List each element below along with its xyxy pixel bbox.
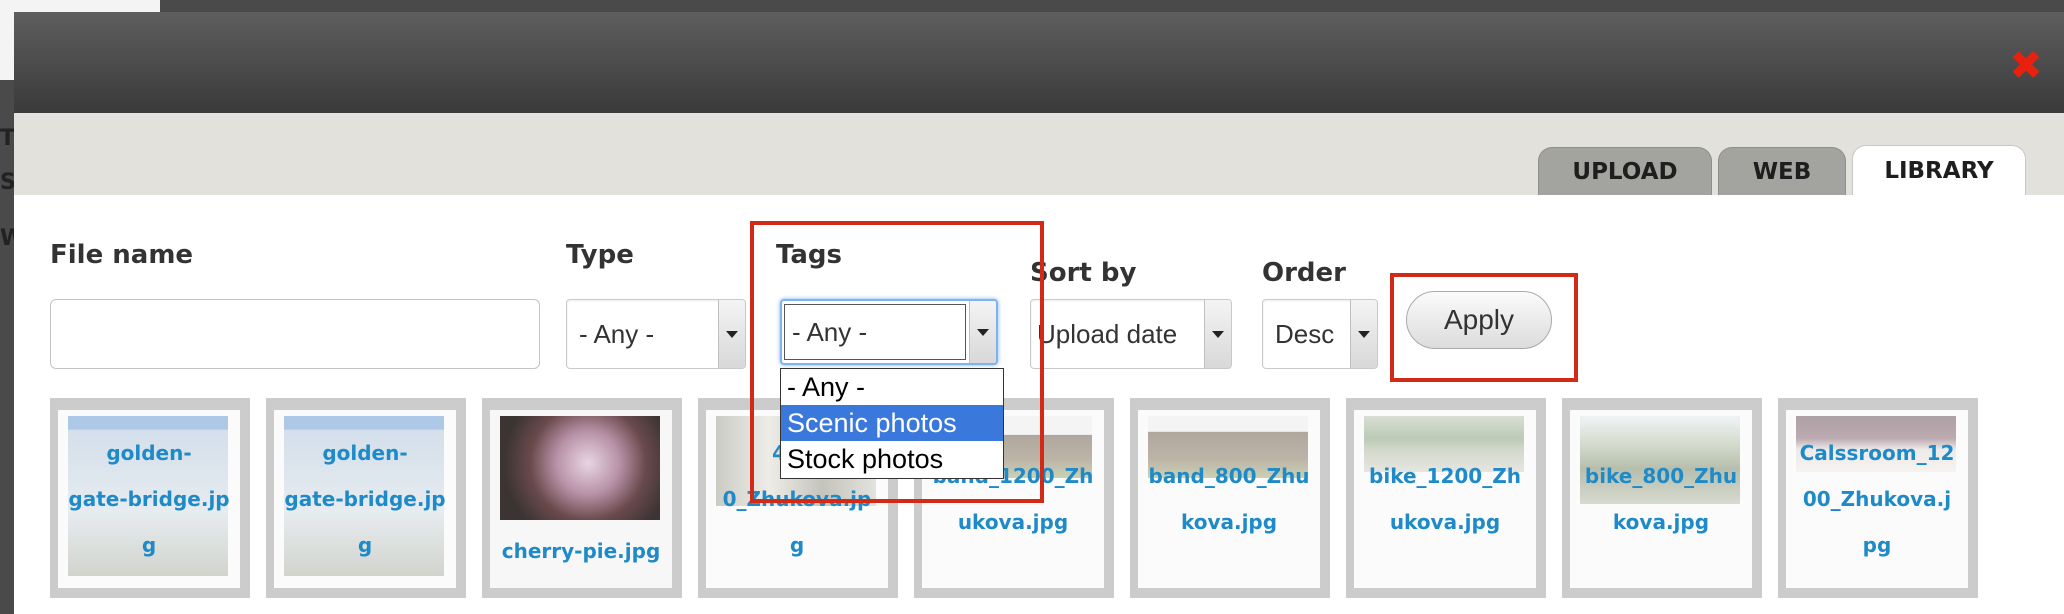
tab-upload[interactable]: UPLOAD [1538, 147, 1712, 195]
type-select[interactable]: - Any - [566, 299, 746, 369]
media-item[interactable]: band_800_Zhu kova.jpg [1130, 398, 1330, 598]
thumbnail-filename: band_800_Zhu kova.jpg [1148, 464, 1310, 534]
media-item[interactable]: bike_1200_Zh ukova.jpg [1346, 398, 1546, 598]
sort-by-label: Sort by [1030, 258, 1137, 288]
dialog-header: ✖ [14, 12, 2064, 113]
thumbnail-filename: Calssroom_12 00_Zhukova.j pg [1799, 441, 1955, 557]
tab-bar: UPLOAD WEB LIBRARY [14, 113, 2064, 195]
order-label: Order [1262, 258, 1346, 288]
thumbnail-filename: bike_1200_Zh ukova.jpg [1369, 464, 1521, 534]
thumbnail-filename: bike_800_Zhu kova.jpg [1584, 464, 1738, 534]
media-item[interactable]: cherry-pie.jpg [482, 398, 682, 598]
close-icon[interactable]: ✖ [2006, 46, 2046, 86]
sort-by-select-value: Upload date [1037, 318, 1178, 349]
tags-option-stock-photos[interactable]: Stock photos [781, 441, 1003, 477]
order-select[interactable]: Desc [1262, 299, 1378, 369]
tags-option-scenic-photos[interactable]: Scenic photos [781, 405, 1003, 441]
order-select-value: Desc [1275, 318, 1335, 349]
thumbnail-filename: golden-gate-bridge.jp g [68, 441, 230, 557]
tags-option-any[interactable]: - Any - [781, 369, 1003, 405]
tags-dropdown-list: - Any - Scenic photos Stock photos [780, 368, 1004, 479]
background-text-1: T [0, 126, 16, 151]
type-select-value: - Any - [579, 318, 655, 349]
tab-web[interactable]: WEB [1718, 147, 1846, 195]
file-name-input[interactable] [50, 299, 540, 369]
media-item[interactable]: Calssroom_12 00_Zhukova.j pg [1778, 398, 1978, 598]
chevron-down-icon [1204, 300, 1231, 368]
media-item[interactable]: bike_800_Zhu kova.jpg [1562, 398, 1762, 598]
media-item[interactable]: golden-gate-bridge.jp g [50, 398, 250, 598]
thumbnail-filename: cherry-pie.jpg [501, 539, 661, 563]
file-name-label: File name [50, 240, 194, 270]
apply-highlight-box [1390, 273, 1578, 382]
sort-by-select[interactable]: Upload date [1030, 299, 1232, 369]
thumbnail-filename: golden-gate-bridge.jp g [284, 441, 446, 557]
type-label: Type [566, 240, 634, 270]
media-item[interactable]: golden-gate-bridge.jp g [266, 398, 466, 598]
chevron-down-icon [718, 300, 745, 368]
chevron-down-icon [1350, 300, 1377, 368]
tab-library[interactable]: LIBRARY [1852, 145, 2026, 195]
